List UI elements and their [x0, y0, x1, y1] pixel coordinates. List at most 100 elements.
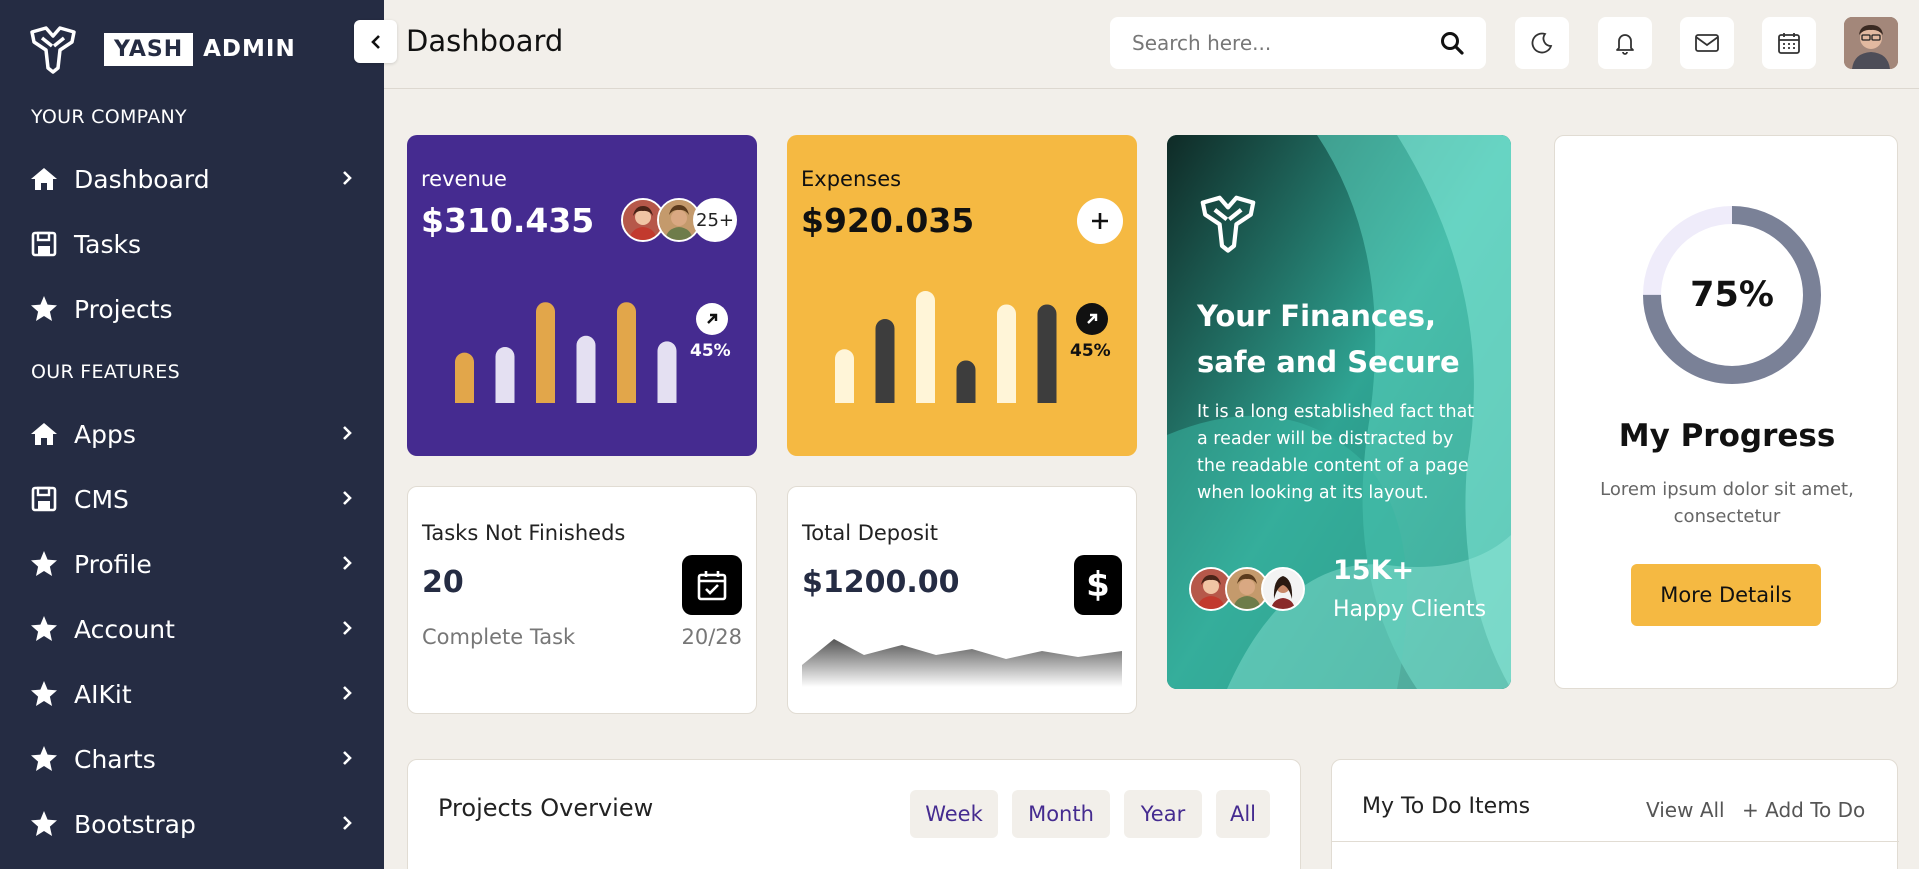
todo-card: My To Do Items View All + Add To Do [1331, 759, 1899, 869]
filter-year-button[interactable]: Year [1124, 790, 1202, 838]
bar-base [495, 393, 515, 403]
tasks-card[interactable]: Tasks Not Finisheds 20 Complete Task 20/… [407, 486, 757, 714]
bar [1037, 304, 1057, 403]
bar-base [956, 393, 976, 403]
calendar-icon [1778, 33, 1800, 54]
arrow-up-right-icon [1076, 303, 1108, 335]
bar [997, 304, 1016, 403]
calendar-button[interactable] [1762, 17, 1816, 69]
expenses-card[interactable]: Expenses $920.035 45% [787, 135, 1137, 456]
bar-base [875, 393, 895, 403]
brand-name-boxed: YASH [104, 32, 194, 66]
page-title: Dashboard [406, 24, 564, 58]
bar-base [576, 393, 596, 403]
add-todo-link[interactable]: + Add To Do [1742, 798, 1865, 822]
sidebar-item-label: Charts [74, 744, 156, 774]
progress-percent: 75% [1690, 275, 1774, 315]
revenue-percent: 45% [690, 341, 731, 361]
sidebar-item-label: Dashboard [74, 164, 210, 194]
revenue-card[interactable]: revenue $310.435 25+ 45% [407, 135, 757, 456]
sidebar-item-tasks[interactable]: Tasks [30, 222, 360, 266]
search-box[interactable] [1110, 17, 1486, 69]
chevron-right-icon [343, 816, 352, 830]
bar [875, 319, 895, 403]
chevron-right-icon [343, 751, 352, 765]
clients-count-label: Happy Clients [1333, 597, 1487, 622]
sidebar-item-dashboard[interactable]: Dashboard [30, 157, 360, 201]
bar-base [657, 393, 677, 403]
floppy-icon [30, 230, 58, 258]
bar [916, 291, 935, 403]
avatar-image [1844, 17, 1898, 69]
expenses-bar-chart [835, 291, 1057, 403]
chevron-right-icon [343, 621, 352, 635]
theme-toggle-button[interactable] [1515, 17, 1569, 69]
arrow-up-right-icon [696, 303, 728, 335]
bar-base [997, 393, 1016, 403]
messages-button[interactable] [1680, 17, 1734, 69]
more-details-button[interactable]: More Details [1631, 564, 1821, 626]
revenue-bar-chart [455, 302, 677, 403]
bar-base [617, 393, 636, 403]
bar-base [536, 393, 555, 403]
chevron-right-icon [343, 686, 352, 700]
star-icon [30, 295, 58, 323]
sidebar-item-label: CMS [74, 484, 129, 514]
star-icon [30, 680, 58, 708]
sidebar-item-bootstrap[interactable]: Bootstrap [30, 802, 360, 846]
search-input[interactable] [1132, 31, 1440, 55]
deposit-card[interactable]: Total Deposit $1200.00 $ [787, 486, 1137, 714]
chevron-right-icon [343, 556, 352, 570]
chevron-left-icon [370, 34, 380, 49]
bar [617, 302, 636, 403]
moon-icon [1531, 32, 1553, 54]
dollar-icon: $ [1074, 555, 1122, 615]
star-icon [30, 745, 58, 773]
chevron-right-icon [343, 491, 352, 505]
calendar-check-icon [682, 555, 742, 615]
view-all-link[interactable]: View All [1646, 798, 1725, 822]
divider [1332, 841, 1899, 842]
bar [576, 335, 596, 403]
logo-icon [30, 26, 76, 74]
sidebar-item-account[interactable]: Account [30, 607, 360, 651]
star-icon [30, 550, 58, 578]
user-avatar[interactable] [1844, 17, 1898, 69]
sidebar-item-apps[interactable]: Apps [30, 412, 360, 456]
search-icon[interactable] [1440, 31, 1464, 55]
sidebar-item-label: AIKit [74, 679, 132, 709]
clients-count: 15K+ [1333, 555, 1415, 586]
section-label-features: OUR FEATURES [31, 361, 180, 383]
bar-base [455, 393, 474, 403]
filter-all-button[interactable]: All [1216, 790, 1270, 838]
projects-overview-card: Projects Overview Week Month Year All [407, 759, 1301, 869]
home-icon [30, 420, 58, 448]
star-icon [30, 810, 58, 838]
filter-month-button[interactable]: Month [1012, 790, 1110, 838]
sidebar-item-projects[interactable]: Projects [30, 287, 360, 331]
sidebar-item-charts[interactable]: Charts [30, 737, 360, 781]
sidebar-item-label: Tasks [74, 229, 141, 259]
sidebar-item-label: Profile [74, 549, 152, 579]
sidebar-item-aikit[interactable]: AIKit [30, 672, 360, 716]
brand[interactable]: YASH ADMIN [28, 24, 296, 74]
logo-icon [1200, 195, 1256, 253]
notifications-button[interactable] [1598, 17, 1652, 69]
filter-week-button[interactable]: Week [910, 790, 998, 838]
promo-card[interactable]: Your Finances, safe and Secure It is a l… [1167, 135, 1511, 689]
sidebar-item-label: Projects [74, 294, 173, 324]
sidebar-item-cms[interactable]: CMS [30, 477, 360, 521]
sidebar-collapse-button[interactable] [354, 20, 397, 63]
tasks-label: Tasks Not Finisheds [422, 521, 626, 545]
bell-icon [1616, 34, 1634, 55]
tasks-fraction: 20/28 [681, 625, 742, 649]
bar-base [1037, 393, 1057, 403]
todo-title: My To Do Items [1362, 794, 1531, 819]
progress-title: My Progress [1618, 418, 1836, 454]
brand-name: ADMIN [203, 36, 296, 62]
sidebar-item-profile[interactable]: Profile [30, 542, 360, 586]
star-icon [30, 615, 58, 643]
sidebar-item-label: Apps [74, 419, 136, 449]
bar-base [916, 393, 935, 403]
promo-title: Your Finances, safe and Secure [1197, 299, 1460, 379]
